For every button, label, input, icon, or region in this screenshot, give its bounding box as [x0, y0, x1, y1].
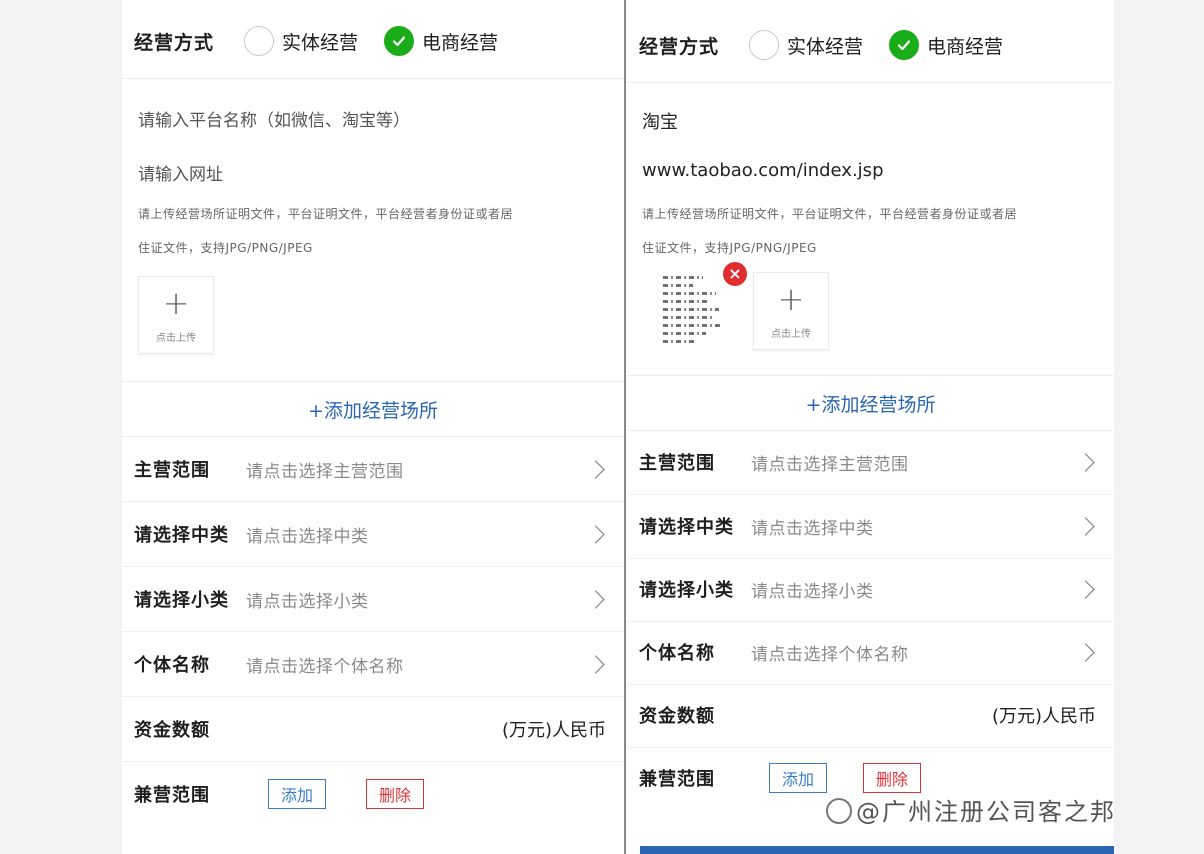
capital-label: 资金数额 — [134, 720, 210, 741]
business-method-row: 经营方式 实体经营 电商经营 — [627, 8, 1114, 83]
business-method-row: 经营方式 实体经营 电商经营 — [122, 4, 624, 79]
main-scope-row[interactable]: 主营范围 请点击选择主营范围 — [122, 437, 624, 502]
chevron-right-icon — [1076, 579, 1095, 599]
add-business-place-button[interactable]: +添加经营场所 — [627, 375, 1114, 431]
capital-row[interactable]: 资金数额 (万元)人民币 — [627, 683, 1114, 748]
panel-divider — [624, 0, 626, 854]
check-icon — [392, 36, 406, 47]
add-side-scope-button[interactable]: 添加 — [268, 779, 327, 809]
capital-row[interactable]: 资金数额 (万元)人民币 — [122, 697, 624, 762]
individual-name-row[interactable]: 个体名称 请点击选择个体名称 — [122, 632, 624, 697]
row-value: 请点击选择小类 — [751, 581, 874, 602]
row-value: 请点击选择主营范围 — [246, 461, 404, 482]
row-label: 请选择中类 — [639, 517, 734, 538]
watermark-text: @广州注册公司客之邦 — [856, 798, 1116, 826]
upload-label: 点击上传 — [771, 329, 811, 340]
row-value: 请点击选择中类 — [246, 526, 369, 547]
middle-category-row[interactable]: 请选择中类 请点击选择中类 — [122, 502, 624, 567]
chevron-right-icon — [1076, 642, 1095, 662]
upload-hint-line2: 住证文件，支持JPG/PNG/JPEG — [642, 241, 817, 255]
uploaded-document-thumbnail[interactable] — [657, 270, 737, 350]
capital-label: 资金数额 — [639, 706, 715, 727]
row-label: 个体名称 — [639, 643, 715, 664]
row-value: 请点击选择个体名称 — [246, 656, 404, 677]
radio-physical[interactable] — [749, 30, 780, 60]
radio-physical[interactable] — [244, 26, 275, 56]
upload-label: 点击上传 — [156, 333, 196, 344]
middle-category-row[interactable]: 请选择中类 请点击选择中类 — [627, 494, 1114, 559]
platform-name-input[interactable]: 淘宝 — [642, 108, 678, 134]
radio-ecommerce-label[interactable]: 电商经营 — [422, 28, 498, 55]
row-value: 请点击选择小类 — [246, 591, 369, 612]
watermark-logo-icon — [826, 798, 852, 824]
plus-icon: + — [777, 280, 805, 318]
upload-button[interactable]: + 点击上传 — [138, 276, 214, 354]
radio-ecommerce-label[interactable]: 电商经营 — [927, 32, 1003, 59]
watermark: @广州注册公司客之邦 — [826, 792, 1116, 827]
remove-thumbnail-icon[interactable]: × — [723, 262, 747, 286]
check-icon — [897, 40, 911, 51]
add-business-place-button[interactable]: +添加经营场所 — [122, 381, 624, 437]
plus-icon: + — [162, 284, 190, 322]
radio-ecommerce[interactable] — [384, 26, 415, 56]
chevron-right-icon — [586, 524, 605, 544]
row-value: 请点击选择主营范围 — [751, 454, 909, 475]
chevron-right-icon — [1076, 452, 1095, 472]
side-scope-label: 兼营范围 — [639, 769, 715, 790]
capital-unit: (万元)人民币 — [991, 706, 1096, 727]
delete-side-scope-button[interactable]: 删除 — [366, 779, 425, 809]
document-image — [663, 276, 729, 350]
chevron-right-icon — [586, 654, 605, 674]
upload-hint-line2: 住证文件，支持JPG/PNG/JPEG — [138, 241, 313, 255]
left-form-panel: 经营方式 实体经营 电商经营 请输入平台名称（如微信、淘宝等） 请输入网址 请上… — [122, 0, 624, 854]
row-value: 请点击选择个体名称 — [751, 644, 909, 665]
upload-hint: 请上传经营场所证明文件，平台证明文件，平台经营者身份证或者居 住证文件，支持JP… — [642, 197, 1017, 265]
individual-name-row[interactable]: 个体名称 请点击选择个体名称 — [627, 620, 1114, 685]
delete-side-scope-button[interactable]: 删除 — [863, 763, 922, 793]
right-form-panel: 经营方式 实体经营 电商经营 淘宝 www.taobao.com/index.j… — [627, 0, 1114, 854]
upload-hint-line1: 请上传经营场所证明文件，平台证明文件，平台经营者身份证或者居 — [138, 207, 514, 221]
row-label: 请选择小类 — [134, 590, 229, 611]
chevron-right-icon — [586, 589, 605, 609]
radio-ecommerce[interactable] — [889, 30, 920, 60]
capital-unit: (万元)人民币 — [501, 720, 606, 741]
side-scope-row: 兼营范围 添加 删除 — [122, 762, 624, 826]
row-value: 请点击选择中类 — [751, 518, 874, 539]
row-label: 主营范围 — [134, 460, 210, 481]
radio-physical-label[interactable]: 实体经营 — [787, 32, 863, 59]
bottom-action-bar[interactable] — [640, 846, 1114, 854]
url-input[interactable]: www.taobao.com/index.jsp — [642, 160, 884, 181]
business-method-label: 经营方式 — [639, 35, 720, 58]
main-scope-row[interactable]: 主营范围 请点击选择主营范围 — [627, 430, 1114, 495]
row-label: 个体名称 — [134, 655, 210, 676]
chevron-right-icon — [586, 459, 605, 479]
side-scope-label: 兼营范围 — [134, 785, 210, 806]
url-input[interactable]: 请输入网址 — [138, 160, 223, 185]
upload-button[interactable]: + 点击上传 — [753, 272, 829, 350]
row-label: 主营范围 — [639, 453, 715, 474]
upload-hint: 请上传经营场所证明文件，平台证明文件，平台经营者身份证或者居 住证文件，支持JP… — [138, 197, 513, 265]
chevron-right-icon — [1076, 516, 1095, 536]
radio-physical-label[interactable]: 实体经营 — [282, 28, 358, 55]
small-category-row[interactable]: 请选择小类 请点击选择小类 — [627, 557, 1114, 622]
small-category-row[interactable]: 请选择小类 请点击选择小类 — [122, 567, 624, 632]
add-side-scope-button[interactable]: 添加 — [769, 763, 828, 793]
row-label: 请选择小类 — [639, 580, 734, 601]
business-method-label: 经营方式 — [134, 31, 215, 54]
platform-name-input[interactable]: 请输入平台名称（如微信、淘宝等） — [138, 106, 410, 131]
upload-hint-line1: 请上传经营场所证明文件，平台证明文件，平台经营者身份证或者居 — [642, 207, 1018, 221]
row-label: 请选择中类 — [134, 525, 229, 546]
